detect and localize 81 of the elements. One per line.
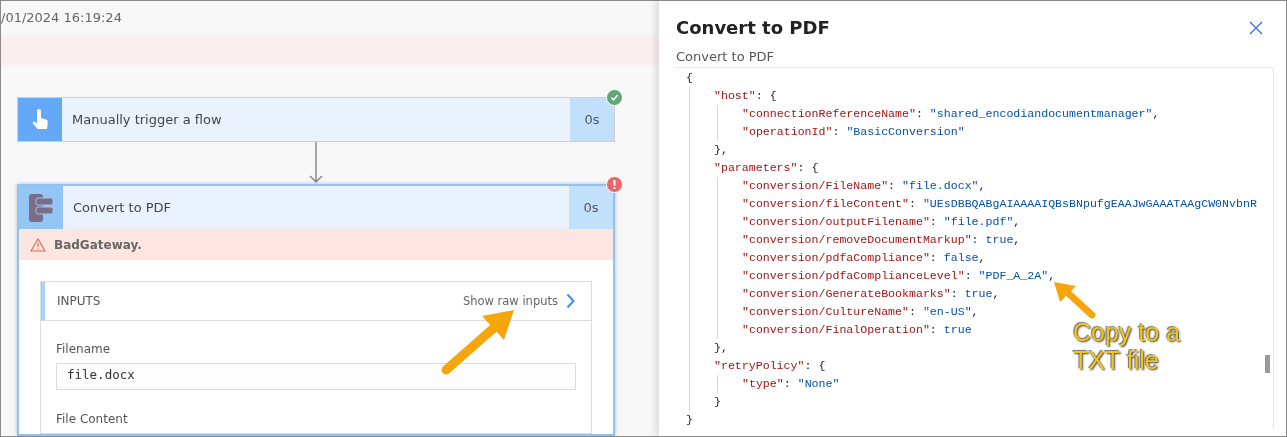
code-punctuation: }, <box>714 341 728 354</box>
code-punctuation: , <box>978 179 986 192</box>
code-punctuation: , <box>1013 233 1021 246</box>
code-punctuation: , <box>971 305 979 318</box>
code-punctuation: , <box>1048 269 1056 282</box>
step-duration: 0s <box>570 98 614 141</box>
code-value: "BasicConversion" <box>846 125 965 138</box>
field-label: File Content <box>56 412 129 426</box>
code-punctuation: : <box>888 179 897 192</box>
code-punctuation: : <box>929 251 938 264</box>
code-key: "type" <box>742 377 784 390</box>
code-punctuation: : <box>909 197 917 210</box>
scrollbar-thumb[interactable] <box>1265 355 1270 373</box>
warning-icon <box>30 237 46 252</box>
code-key: "retryPolicy" <box>714 359 805 372</box>
code-value: "UEsDBBQABgAIAAAAIQBsBNpufgEAAJwGAAATAAgCW0NvbnR <box>922 197 1257 210</box>
code-punctuation: }, <box>714 143 728 156</box>
flow-step-card[interactable]: Manually trigger a flow 0s <box>17 97 615 142</box>
code-punctuation: } <box>714 395 721 408</box>
code-punctuation: : <box>929 323 938 336</box>
panel-subtitle: Convert to PDF <box>676 49 776 64</box>
step-title: Manually trigger a flow <box>71 112 223 127</box>
code-punctuation: : <box>909 305 917 318</box>
code-value: true <box>985 233 1014 246</box>
code-value: "file.pdf" <box>943 215 1014 228</box>
code-key: "conversion/outputFilename" <box>742 215 930 228</box>
run-timestamp: /01/2024 16:19:24 <box>1 9 123 27</box>
code-punctuation: { <box>818 359 826 372</box>
code-value: "en-US" <box>922 305 972 318</box>
code-key: "conversion/GenerateBookmarks" <box>742 287 951 300</box>
code-key: "host" <box>714 89 756 102</box>
code-punctuation: , <box>992 287 1000 300</box>
code-punctuation: : <box>804 359 813 372</box>
error-message: BadGateway. <box>54 237 142 252</box>
code-punctuation: , <box>1152 107 1160 120</box>
step-title: Convert to PDF <box>72 200 173 215</box>
show-raw-inputs-link[interactable]: Show raw inputs <box>462 293 575 309</box>
code-punctuation: : <box>964 269 973 282</box>
code-punctuation: : <box>929 215 938 228</box>
code-punctuation: : <box>915 107 924 120</box>
code-key: "conversion/FileName" <box>742 179 889 192</box>
step-duration: 0s <box>569 186 613 229</box>
hand-pointer-icon <box>31 108 49 131</box>
panel-title: Convert to PDF <box>676 17 831 38</box>
code-punctuation: : <box>832 125 841 138</box>
code-punctuation: { <box>686 71 693 84</box>
close-button[interactable] <box>1248 19 1264 36</box>
code-punctuation: , <box>978 251 986 264</box>
code-punctuation: : <box>797 161 806 174</box>
pointer-arrow <box>1052 280 1098 320</box>
connector-arrow <box>309 142 323 184</box>
callout-text: Copy to a TXT file <box>1073 318 1181 374</box>
code-key: "conversion/fileContent" <box>742 197 909 210</box>
code-punctuation: : <box>755 89 764 102</box>
code-value: "None" <box>797 377 840 390</box>
code-value: true <box>964 287 993 300</box>
code-key: "conversion/removeDocumentMarkup" <box>742 233 972 246</box>
code-punctuation: : <box>971 233 980 246</box>
code-key: "parameters" <box>714 161 798 174</box>
chevron-right-icon[interactable] <box>566 293 575 309</box>
code-punctuation: { <box>811 161 819 174</box>
code-value: "file.docx" <box>902 179 979 192</box>
field-label: Filename <box>56 342 112 356</box>
code-value: "PDF_A_2A" <box>978 269 1049 282</box>
code-punctuation: , <box>1013 215 1021 228</box>
code-key: "conversion/pdfaComplianceLevel" <box>742 269 965 282</box>
code-key: "operationId" <box>742 125 833 138</box>
code-key: "conversion/pdfaCompliance" <box>742 251 930 264</box>
input-field[interactable]: file.docx <box>56 363 576 390</box>
code-value: false <box>943 251 979 264</box>
code-key: "conversion/CultureName" <box>742 305 909 318</box>
flow-step-card[interactable]: Convert to PDF 0s BadGateway. INPUTS Show raw inputs Filename file.docx File Content <box>17 184 615 436</box>
code-punctuation: : <box>950 287 959 300</box>
code-key: "conversion/FinalOperation" <box>742 323 930 336</box>
code-punctuation: } <box>686 413 693 426</box>
code-value: "shared_encodiandocumentmanager" <box>929 107 1153 120</box>
code-key: "connectionReferenceName" <box>742 107 916 120</box>
code-punctuation: { <box>769 89 777 102</box>
section-heading: INPUTS <box>57 294 102 308</box>
code-punctuation: : <box>783 377 792 390</box>
code-value: true <box>943 323 972 336</box>
